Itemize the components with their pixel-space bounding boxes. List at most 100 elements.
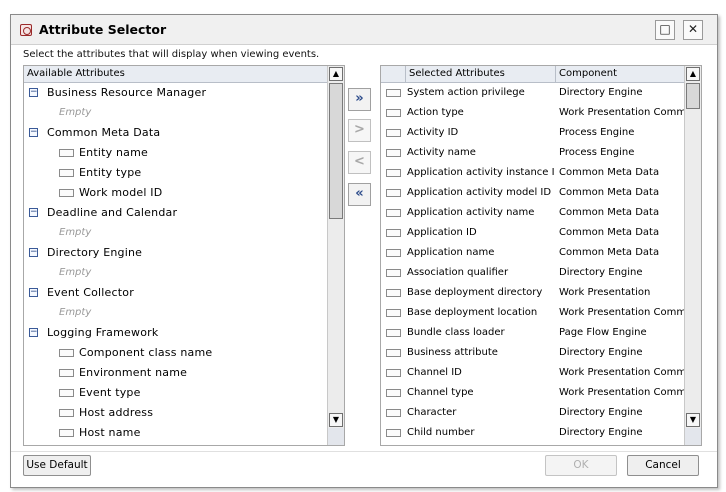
selected-attributes-panel: Selected Attributes Component System act…: [380, 65, 702, 446]
scroll-up-arrow[interactable]: ▲: [329, 67, 343, 81]
selected-attribute-cell: Base deployment location: [407, 307, 538, 318]
scroll-down-arrow[interactable]: ▼: [686, 413, 700, 427]
component-cell: Work Presentation Commo: [559, 387, 685, 398]
component-cell: Common Meta Data: [559, 207, 660, 218]
selected-attribute-cell: Action type: [407, 107, 464, 118]
add-button[interactable]: >: [348, 119, 371, 142]
attribute-label: Entity type: [79, 166, 142, 179]
row-item-icon: [386, 169, 401, 177]
table-row[interactable]: Child number Directory Engine: [381, 423, 685, 443]
table-row[interactable]: Application name Common Meta Data: [381, 243, 685, 263]
collapse-icon[interactable]: −: [29, 208, 38, 217]
component-cell: Process Engine: [559, 147, 635, 158]
row-item-icon: [386, 269, 401, 277]
scroll-up-arrow[interactable]: ▲: [686, 67, 700, 81]
close-button[interactable]: ✕: [683, 20, 703, 40]
remove-button[interactable]: <: [348, 151, 371, 174]
table-row[interactable]: Channel type Work Presentation Commo: [381, 383, 685, 403]
table-row[interactable]: Channel ID Work Presentation Commo: [381, 363, 685, 383]
tree-group-label: Directory Engine: [47, 246, 143, 259]
tree-group-label: Logging Framework: [47, 326, 159, 339]
collapse-icon[interactable]: −: [29, 328, 38, 337]
attribute-item-icon: [59, 149, 74, 157]
tree-empty-row: Empty: [24, 103, 328, 123]
table-row[interactable]: Application activity instance ID Common M…: [381, 163, 685, 183]
maximize-button[interactable]: □: [655, 20, 675, 40]
selected-table-header: Selected Attributes Component: [381, 66, 685, 83]
selected-attribute-cell: System action privilege: [407, 87, 525, 98]
selected-attribute-cell: Activity name: [407, 147, 476, 158]
tree-leaf[interactable]: Host address: [24, 403, 328, 423]
tree-group[interactable]: − Business Resource Manager: [24, 83, 328, 103]
table-row[interactable]: System action privilege Directory Engine: [381, 83, 685, 103]
available-attributes-panel: Available Attributes − Business Resource …: [23, 65, 345, 446]
component-cell: Common Meta Data: [559, 167, 660, 178]
tree-group[interactable]: − Directory Engine: [24, 243, 328, 263]
tree-leaf[interactable]: Entity type: [24, 163, 328, 183]
empty-placeholder: Empty: [59, 107, 92, 118]
component-cell: Common Meta Data: [559, 247, 660, 258]
table-row[interactable]: Association qualifier Directory Engine: [381, 263, 685, 283]
collapse-icon[interactable]: −: [29, 288, 38, 297]
tree-group[interactable]: − Deadline and Calendar: [24, 203, 328, 223]
row-item-icon: [386, 429, 401, 437]
component-cell: Directory Engine: [559, 267, 643, 278]
ok-button[interactable]: OK: [545, 455, 617, 476]
tree-leaf[interactable]: Environment name: [24, 363, 328, 383]
column-header-selected-attributes[interactable]: Selected Attributes: [405, 66, 555, 83]
row-item-icon: [386, 389, 401, 397]
scroll-down-arrow[interactable]: ▼: [329, 413, 343, 427]
selected-scrollbar[interactable]: ▲ ▼: [684, 66, 701, 445]
empty-placeholder: Empty: [59, 307, 92, 318]
scroll-thumb[interactable]: [686, 83, 700, 109]
table-row[interactable]: Business attribute Directory Engine: [381, 343, 685, 363]
row-item-icon: [386, 129, 401, 137]
selected-attribute-cell: Application activity instance ID: [407, 167, 555, 178]
table-row[interactable]: Base deployment location Work Presentatio…: [381, 303, 685, 323]
attribute-label: Component class name: [79, 346, 213, 359]
table-row[interactable]: Action type Work Presentation Commo: [381, 103, 685, 123]
table-row[interactable]: Activity name Process Engine: [381, 143, 685, 163]
table-row[interactable]: Application activity model ID Common Meta…: [381, 183, 685, 203]
tree-leaf[interactable]: Work model ID: [24, 183, 328, 203]
tree-empty-row: Empty: [24, 303, 328, 323]
row-item-icon: [386, 209, 401, 217]
component-cell: Work Presentation Commo: [559, 107, 685, 118]
table-row[interactable]: Bundle class loader Page Flow Engine: [381, 323, 685, 343]
tree-group[interactable]: − Event Collector: [24, 283, 328, 303]
selected-attribute-cell: Association qualifier: [407, 267, 509, 278]
attribute-item-icon: [59, 389, 74, 397]
available-scrollbar[interactable]: ▲ ▼: [327, 66, 344, 445]
tree-group-label: Event Collector: [47, 286, 134, 299]
tree-leaf[interactable]: Host name: [24, 423, 328, 443]
tree-leaf[interactable]: Event type: [24, 383, 328, 403]
collapse-icon[interactable]: −: [29, 248, 38, 257]
attribute-label: Work model ID: [79, 186, 163, 199]
add-all-button[interactable]: »: [348, 88, 371, 111]
tree-group[interactable]: − Common Meta Data: [24, 123, 328, 143]
component-cell: Work Presentation: [559, 287, 651, 298]
table-row[interactable]: Base deployment directory Work Presentati…: [381, 283, 685, 303]
table-row[interactable]: Character Directory Engine: [381, 403, 685, 423]
row-item-icon: [386, 329, 401, 337]
use-default-button[interactable]: Use Default: [23, 455, 91, 476]
instructions-text: Select the attributes that will display …: [23, 49, 320, 60]
selected-attribute-cell: Child number: [407, 427, 475, 438]
table-row[interactable]: Activity ID Process Engine: [381, 123, 685, 143]
tree-leaf[interactable]: Component class name: [24, 343, 328, 363]
table-row[interactable]: Application activity name Common Meta Dat…: [381, 203, 685, 223]
scroll-corner: [328, 428, 344, 445]
component-cell: Directory Engine: [559, 427, 643, 438]
row-item-icon: [386, 369, 401, 377]
attribute-item-icon: [59, 189, 74, 197]
collapse-icon[interactable]: −: [29, 88, 38, 97]
cancel-button[interactable]: Cancel: [627, 455, 699, 476]
scroll-thumb[interactable]: [329, 83, 343, 219]
remove-all-button[interactable]: «: [348, 183, 371, 206]
tree-leaf[interactable]: Entity name: [24, 143, 328, 163]
row-item-icon: [386, 189, 401, 197]
tree-group[interactable]: − Logging Framework: [24, 323, 328, 343]
column-header-component[interactable]: Component: [555, 66, 685, 83]
collapse-icon[interactable]: −: [29, 128, 38, 137]
table-row[interactable]: Application ID Common Meta Data: [381, 223, 685, 243]
